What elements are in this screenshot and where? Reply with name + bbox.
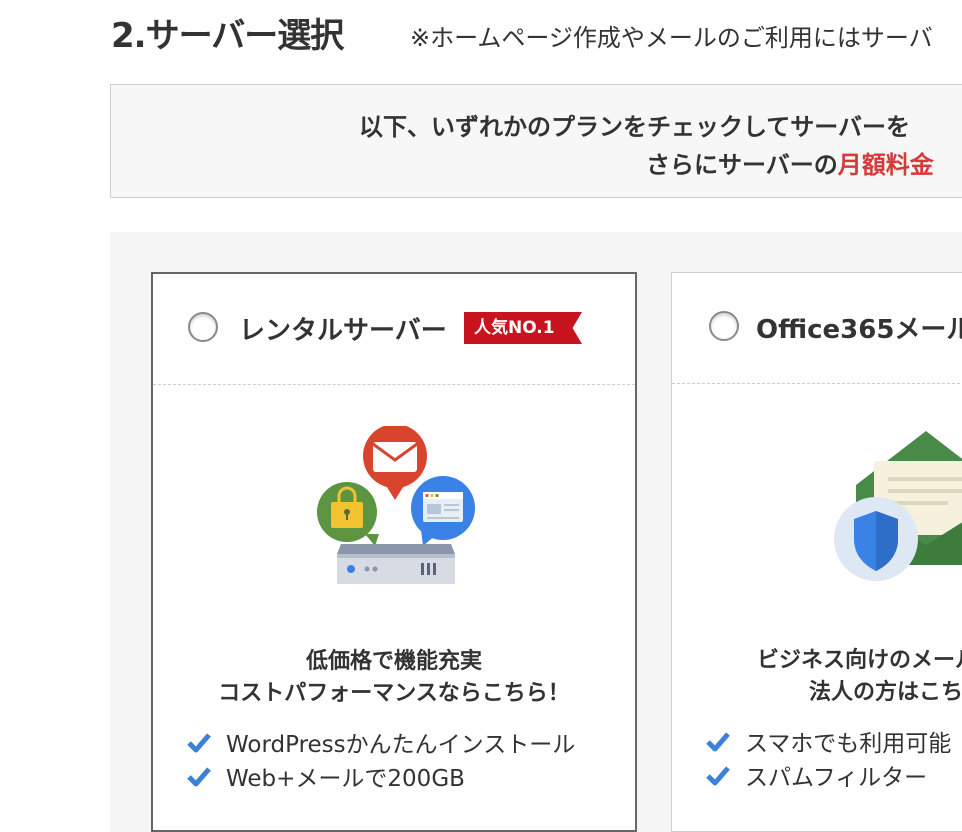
notice-box: 以下、いずれかのプランをチェックしてサーバーを さらにサーバーの月額料金 <box>110 84 962 198</box>
plan-feature-list: スマホでも利用可能 スパムフィルター <box>705 727 951 795</box>
notice-line-1: 以下、いずれかのプランをチェックしてサーバーを <box>359 113 911 141</box>
plan-card-rental-server[interactable]: レンタルサーバー 人気NO.1 低価格で機能充実 コストパフォーマンスならこちら… <box>151 272 637 832</box>
check-icon <box>187 733 211 753</box>
section-title: 2.サーバー選択 <box>111 16 344 56</box>
plan-tagline-line-1: 低価格で機能充実 <box>305 649 482 674</box>
plan-feature-item: Web+メールで200GB <box>186 762 575 796</box>
plan-title: Office365メール <box>756 315 962 345</box>
check-icon <box>187 767 211 787</box>
office365-mail-illustration <box>834 431 962 581</box>
section-note: ※ホームページ作成やメールのご利用にはサーバ <box>410 24 933 52</box>
plan-tagline-line-2: コストパフォーマンスならこちら！ <box>218 681 570 706</box>
notice-line-2: さらにサーバーの月額料金 <box>646 145 934 180</box>
plan-tagline-line-1: ビジネス向けのメール <box>756 648 962 673</box>
plan-tagline-line-2: 法人の方はこち <box>808 680 962 705</box>
plan-feature-text: Web+メールで200GB <box>226 766 465 792</box>
plan-title: レンタルサーバー <box>239 316 447 346</box>
plan-feature-list: WordPressかんたんインストール Web+メールで200GB <box>186 728 575 796</box>
plan-tagline: ビジネス向けのメール 法人の方はこち <box>722 645 962 709</box>
check-icon <box>706 766 730 786</box>
rental-server-illustration <box>317 426 475 584</box>
plan-card-office365-mail[interactable]: Office365メール ビジネス向けのメール 法人の方はこち スマホでも利用可… <box>671 272 962 832</box>
plan-feature-text: スマホでも利用可能 <box>745 731 952 757</box>
plan-radio-rental-server[interactable] <box>188 312 218 342</box>
plan-card-header: レンタルサーバー 人気NO.1 <box>153 274 635 385</box>
plan-feature-text: WordPressかんたんインストール <box>226 732 576 758</box>
plan-radio-office365-mail[interactable] <box>709 311 739 341</box>
plan-card-header: Office365メール <box>672 273 962 384</box>
notice-monthly-fee-highlight: 月額料金 <box>837 151 934 179</box>
check-icon <box>706 732 730 752</box>
plan-feature-item: スマホでも利用可能 <box>705 727 951 761</box>
plan-feature-item: WordPressかんたんインストール <box>186 728 575 762</box>
plan-tagline: 低価格で機能充実 コストパフォーマンスならこちら！ <box>153 646 635 710</box>
plan-feature-text: スパムフィルター <box>745 765 928 791</box>
popular-badge: 人気NO.1 <box>464 312 582 344</box>
notice-line-2-prefix: さらにサーバーの <box>646 151 838 179</box>
plan-feature-item: スパムフィルター <box>705 761 951 795</box>
